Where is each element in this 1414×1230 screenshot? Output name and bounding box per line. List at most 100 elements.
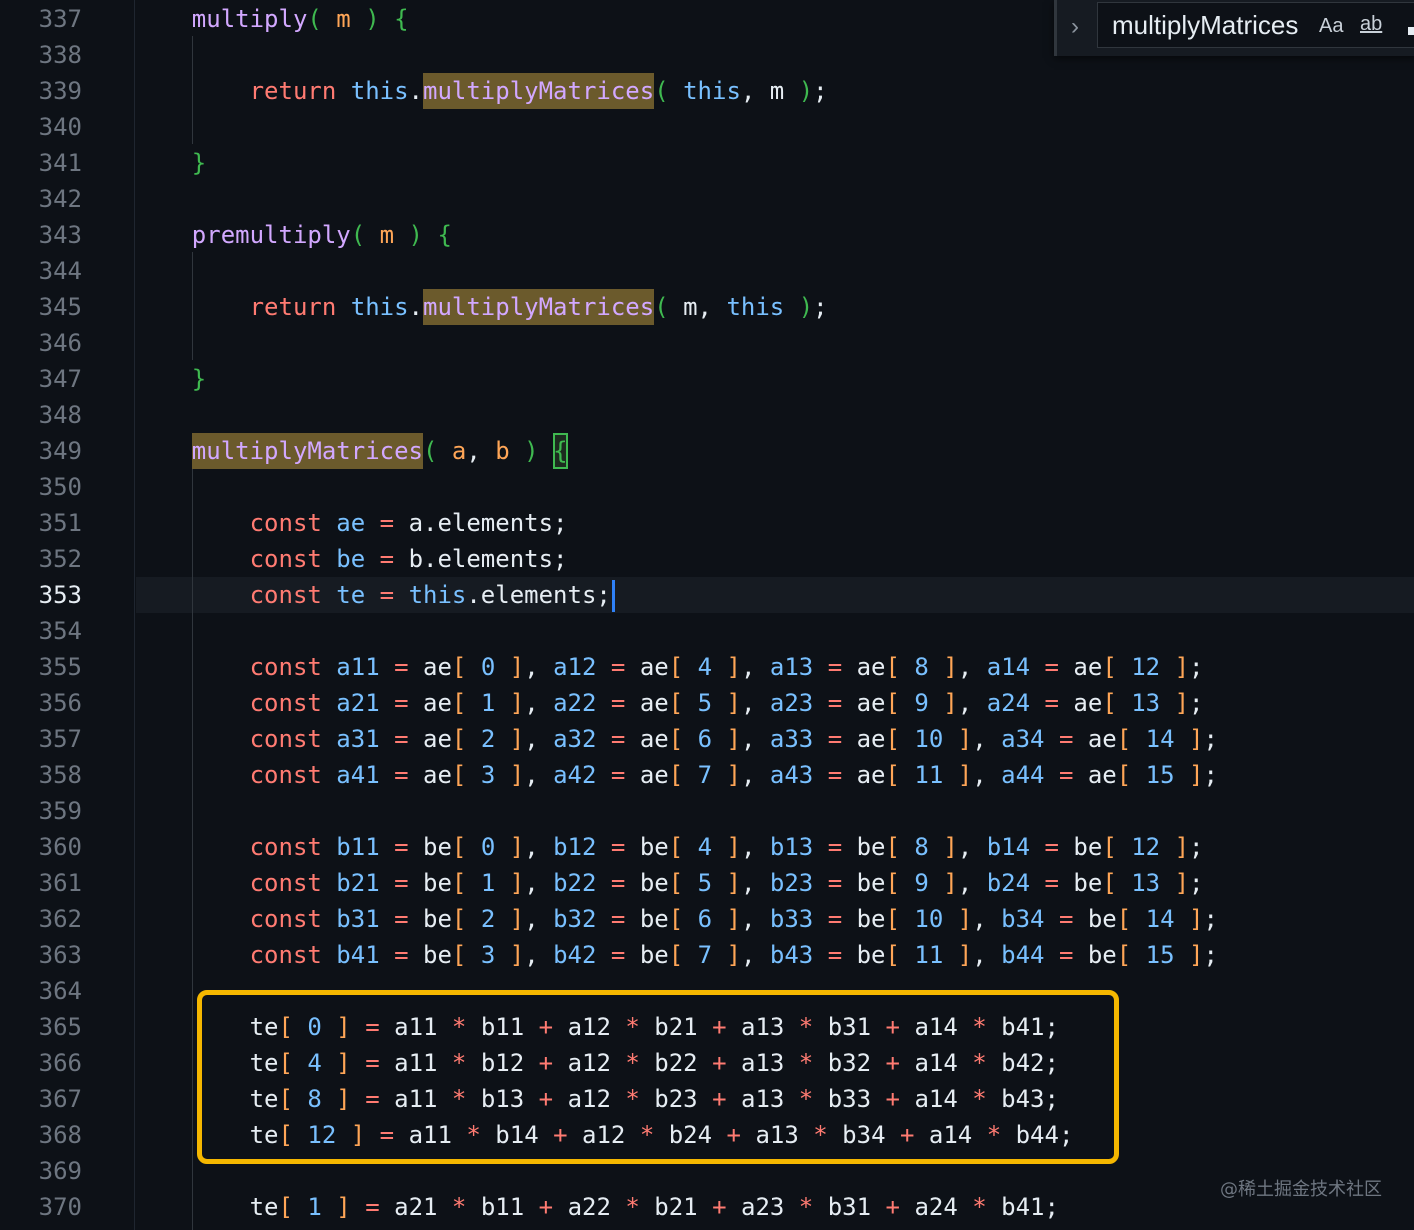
match-case-toggle[interactable]: Aa	[1319, 15, 1343, 38]
code-token: [	[885, 653, 915, 681]
code-line[interactable]: const a21 = ae[ 1 ], a22 = ae[ 5 ], a23 …	[250, 685, 1414, 721]
code-line[interactable]	[134, 109, 1414, 145]
line-number[interactable]: 339	[0, 73, 82, 109]
line-number[interactable]: 369	[0, 1153, 82, 1189]
code-line[interactable]	[134, 181, 1414, 217]
code-token: }	[191, 149, 207, 177]
line-number[interactable]: 338	[0, 37, 82, 73]
code-editor[interactable]: 337 338 339 340 341 342 343 344 345 346 347 348 349 3…	[0, 0, 1414, 1230]
code-line[interactable]: premultiply( m ) {	[192, 217, 1414, 253]
code-token: [	[1102, 833, 1132, 861]
line-number[interactable]: 356	[0, 685, 82, 721]
line-number[interactable]: 367	[0, 1081, 82, 1117]
code-token: ]	[943, 905, 973, 933]
code-line[interactable]: const a11 = ae[ 0 ], a12 = ae[ 4 ], a13 …	[250, 649, 1414, 685]
line-number-gutter[interactable]: 337 338 339 340 341 342 343 344 345 346 347 348 349 3…	[0, 0, 100, 1230]
code-line[interactable]: const b31 = be[ 2 ], b32 = be[ 6 ], b33 …	[250, 901, 1414, 937]
line-number[interactable]: 349	[0, 433, 82, 469]
line-number[interactable]: 342	[0, 181, 82, 217]
line-number[interactable]: 357	[0, 721, 82, 757]
code-line[interactable]: const ae = a.elements;	[250, 505, 1414, 541]
code-line[interactable]	[134, 793, 1414, 829]
code-token: 2	[480, 725, 496, 753]
line-number[interactable]: 352	[0, 541, 82, 577]
line-number[interactable]: 355	[0, 649, 82, 685]
line-number[interactable]: 360	[0, 829, 82, 865]
code-token: const	[249, 545, 322, 573]
code-token: a	[451, 437, 467, 465]
line-number[interactable]: 353	[0, 577, 82, 613]
line-number[interactable]: 366	[0, 1045, 82, 1081]
code-line[interactable]: const b21 = be[ 1 ], b22 = be[ 5 ], b23 …	[250, 865, 1414, 901]
code-line[interactable]: const be = b.elements;	[250, 541, 1414, 577]
line-number[interactable]: 340	[0, 109, 82, 145]
regex-toggle-icon[interactable]	[1408, 27, 1414, 35]
code-line[interactable]: const b41 = be[ 3 ], b42 = be[ 7 ], b43 …	[250, 937, 1414, 973]
code-line[interactable]: return this.multiplyMatrices( this, m );	[250, 73, 1414, 109]
code-token: ]	[712, 761, 741, 789]
code-token: b13	[769, 833, 814, 861]
line-number[interactable]: 362	[0, 901, 82, 937]
code-line[interactable]: const te = this.elements;	[250, 577, 1414, 613]
code-token: ;	[1203, 905, 1218, 933]
code-token: .	[408, 77, 423, 105]
whole-word-toggle[interactable]: ab	[1360, 13, 1382, 36]
code-token: a34	[1001, 725, 1045, 753]
code-token: b21	[654, 1193, 698, 1221]
line-number[interactable]: 341	[0, 145, 82, 181]
line-number[interactable]: 350	[0, 469, 82, 505]
line-number[interactable]: 368	[0, 1117, 82, 1153]
code-token: const	[249, 689, 322, 717]
line-number[interactable]: 365	[0, 1009, 82, 1045]
line-number[interactable]: 363	[0, 937, 82, 973]
line-number[interactable]: 348	[0, 397, 82, 433]
code-token: a21	[394, 1193, 438, 1221]
code-line[interactable]: const b11 = be[ 0 ], b12 = be[ 4 ], b13 …	[250, 829, 1414, 865]
expand-replace-chevron-icon[interactable]: ›	[1071, 14, 1079, 40]
line-number[interactable]: 346	[0, 325, 82, 361]
code-line[interactable]: const a41 = ae[ 3 ], a42 = ae[ 7 ], a43 …	[250, 757, 1414, 793]
code-token: 5	[697, 869, 713, 897]
code-token: )	[394, 221, 438, 249]
code-token: ]	[928, 653, 958, 681]
code-token: [	[278, 1193, 308, 1221]
line-number[interactable]: 359	[0, 793, 82, 829]
line-number[interactable]: 343	[0, 217, 82, 253]
line-number[interactable]: 344	[0, 253, 82, 289]
code-line[interactable]	[134, 253, 1414, 289]
code-token: ]	[495, 941, 525, 969]
code-line[interactable]: }	[192, 145, 1414, 181]
code-token: 14	[1145, 725, 1175, 753]
code-line[interactable]: multiplyMatrices( a, b ) {	[191, 433, 1414, 469]
line-number[interactable]: 358	[0, 757, 82, 793]
text-cursor	[611, 580, 615, 612]
line-number[interactable]: 345	[0, 289, 82, 325]
line-number[interactable]: 364	[0, 973, 82, 1009]
line-number[interactable]: 354	[0, 613, 82, 649]
code-token: ,	[524, 725, 554, 753]
code-token: ,	[524, 653, 554, 681]
code-token: ae	[856, 725, 886, 753]
code-token: .elements;	[466, 581, 611, 609]
line-number[interactable]: 370	[0, 1189, 82, 1225]
code-token: 9	[914, 869, 929, 897]
code-line[interactable]: return this.multiplyMatrices( m, this );	[250, 289, 1414, 325]
code-token: ae	[1087, 725, 1117, 753]
code-token: b32	[553, 905, 597, 933]
code-line[interactable]	[134, 397, 1414, 433]
line-number[interactable]: 347	[0, 361, 82, 397]
code-token: [	[1102, 869, 1132, 897]
line-number[interactable]: 337	[0, 1, 82, 37]
code-line[interactable]	[134, 469, 1414, 505]
find-widget[interactable]: › multiplyMatrices Aa ab	[1054, 0, 1414, 56]
code-line[interactable]	[134, 613, 1414, 649]
code-token: [	[668, 869, 698, 897]
line-number[interactable]: 361	[0, 865, 82, 901]
find-input[interactable]: multiplyMatrices Aa ab	[1097, 2, 1414, 48]
code-line[interactable]	[134, 325, 1414, 361]
code-line[interactable]: const a31 = ae[ 2 ], a32 = ae[ 6 ], a33 …	[250, 721, 1414, 757]
code-line[interactable]: }	[192, 361, 1414, 397]
line-number[interactable]: 351	[0, 505, 82, 541]
code-token: 11	[914, 761, 944, 789]
